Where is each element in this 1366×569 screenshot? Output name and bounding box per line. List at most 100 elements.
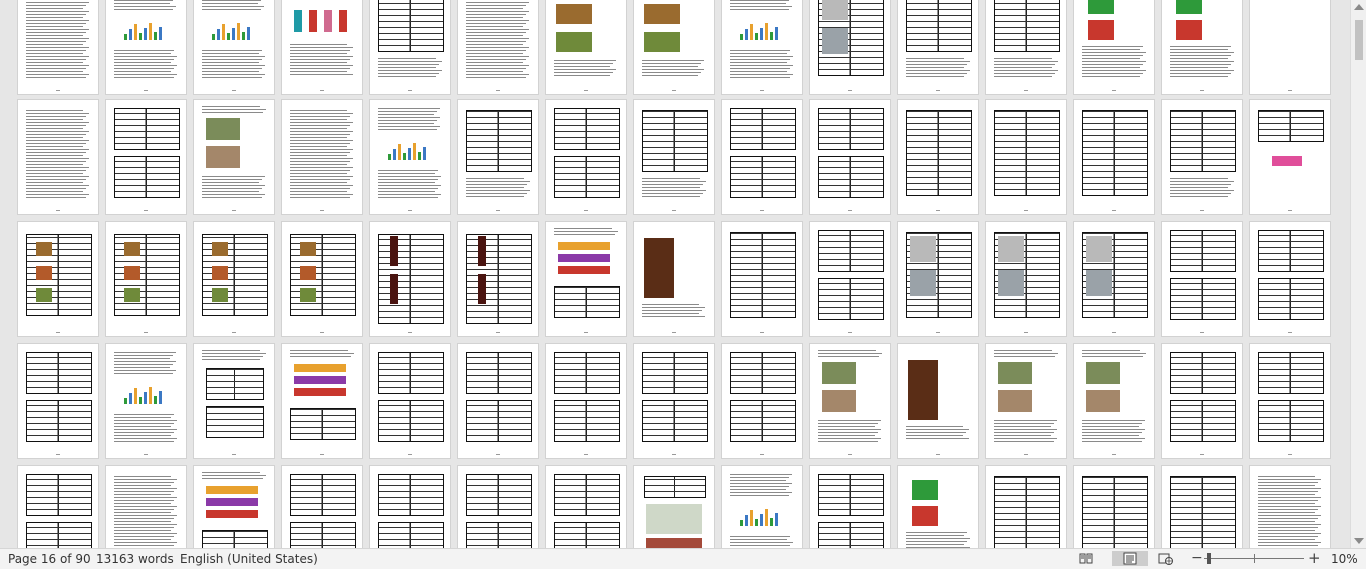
page-thumbnail[interactable] [1250, 0, 1330, 94]
page-number [106, 90, 186, 91]
page-thumbnail[interactable] [634, 0, 714, 94]
page-thumbnail[interactable] [1074, 344, 1154, 458]
page-thumbnail[interactable] [458, 344, 538, 458]
page-thumbnail[interactable] [634, 100, 714, 214]
zoom-level[interactable]: 10% [1331, 552, 1358, 566]
document-thumbnail-area[interactable] [0, 0, 1350, 548]
page-thumbnail[interactable] [194, 344, 274, 458]
page-thumbnail[interactable] [986, 0, 1066, 94]
page-thumbnail[interactable] [370, 344, 450, 458]
page-thumbnail[interactable] [282, 0, 362, 94]
page-thumbnail[interactable] [18, 344, 98, 458]
page-thumbnail[interactable] [282, 344, 362, 458]
page-thumbnail[interactable] [810, 466, 890, 548]
zoom-out-button[interactable]: − [1191, 550, 1203, 566]
page-thumbnail[interactable] [1250, 466, 1330, 548]
page-indicator[interactable]: Page 16 of 90 [8, 552, 91, 566]
scroll-down-arrow-icon[interactable] [1354, 538, 1364, 544]
page-thumbnail[interactable] [282, 100, 362, 214]
page-thumbnail[interactable] [194, 466, 274, 548]
page-thumbnail[interactable] [106, 344, 186, 458]
page-thumbnail[interactable] [546, 466, 626, 548]
page-thumbnail[interactable] [194, 100, 274, 214]
page-thumbnail[interactable] [1162, 0, 1242, 94]
page-thumbnail[interactable] [458, 466, 538, 548]
page-thumbnail[interactable] [810, 100, 890, 214]
page-thumbnail[interactable] [1162, 344, 1242, 458]
page-thumbnail[interactable] [722, 222, 802, 336]
page-thumbnail[interactable] [282, 222, 362, 336]
page-thumbnail[interactable] [986, 222, 1066, 336]
zoom-slider-thumb[interactable] [1207, 553, 1211, 564]
vertical-scrollbar[interactable] [1350, 0, 1366, 548]
page-thumbnail[interactable] [810, 344, 890, 458]
web-layout-icon[interactable] [1158, 551, 1174, 566]
page-thumbnail[interactable] [106, 222, 186, 336]
page-thumbnail[interactable] [546, 0, 626, 94]
page-thumbnail[interactable] [106, 100, 186, 214]
page-thumbnail[interactable] [634, 466, 714, 548]
zoom-in-button[interactable]: + [1308, 549, 1321, 567]
food-photo [644, 32, 680, 52]
page-thumbnail[interactable] [282, 466, 362, 548]
scroll-thumb[interactable] [1355, 20, 1363, 60]
page-thumbnail[interactable] [18, 0, 98, 94]
page-thumbnail[interactable] [722, 0, 802, 94]
page-thumbnail[interactable] [1162, 222, 1242, 336]
page-thumbnail[interactable] [1074, 0, 1154, 94]
page-thumbnail[interactable] [986, 100, 1066, 214]
page-thumbnail[interactable] [722, 466, 802, 548]
page-thumbnail[interactable] [986, 466, 1066, 548]
page-thumbnail[interactable] [898, 0, 978, 94]
table-block [114, 108, 180, 150]
page-thumbnail[interactable] [546, 344, 626, 458]
page-thumbnail[interactable] [106, 466, 186, 548]
page-thumbnail[interactable] [634, 344, 714, 458]
page-number [634, 454, 714, 455]
page-thumbnail[interactable] [810, 0, 890, 94]
scroll-up-arrow-icon[interactable] [1354, 4, 1364, 10]
page-thumbnail[interactable] [1250, 100, 1330, 214]
chart-bar [247, 27, 250, 40]
word-count[interactable]: 13163 words [96, 552, 174, 566]
page-thumbnail[interactable] [106, 0, 186, 94]
page-thumbnail[interactable] [722, 344, 802, 458]
page-thumbnail[interactable] [370, 0, 450, 94]
page-thumbnail[interactable] [1250, 222, 1330, 336]
page-thumbnail[interactable] [194, 0, 274, 94]
page-thumbnail[interactable] [898, 100, 978, 214]
page-thumbnail[interactable] [722, 100, 802, 214]
page-thumbnail[interactable] [18, 222, 98, 336]
page-thumbnail[interactable] [370, 222, 450, 336]
page-thumbnail[interactable] [898, 222, 978, 336]
page-thumbnail[interactable] [1250, 344, 1330, 458]
page-thumbnail[interactable] [1074, 100, 1154, 214]
text-line [26, 182, 83, 183]
page-thumbnail[interactable] [986, 344, 1066, 458]
page-thumbnail[interactable] [634, 222, 714, 336]
page-number [810, 332, 890, 333]
text-line [202, 356, 263, 357]
page-thumbnail[interactable] [546, 222, 626, 336]
page-thumbnail[interactable] [1162, 100, 1242, 214]
page-thumbnail[interactable] [1162, 466, 1242, 548]
page-thumbnail[interactable] [810, 222, 890, 336]
page-thumbnail[interactable] [458, 0, 538, 94]
print-layout-icon[interactable] [1112, 551, 1148, 566]
page-thumbnail[interactable] [194, 222, 274, 336]
text-line [1258, 521, 1315, 522]
language-indicator[interactable]: English (United States) [180, 552, 318, 566]
page-thumbnail[interactable] [546, 100, 626, 214]
table-block [1170, 110, 1236, 172]
page-thumbnail[interactable] [370, 100, 450, 214]
page-thumbnail[interactable] [898, 466, 978, 548]
page-thumbnail[interactable] [1074, 222, 1154, 336]
page-thumbnail[interactable] [458, 222, 538, 336]
page-thumbnail[interactable] [458, 100, 538, 214]
read-mode-icon[interactable] [1078, 551, 1094, 566]
page-thumbnail[interactable] [1074, 466, 1154, 548]
page-thumbnail[interactable] [18, 100, 98, 214]
page-thumbnail[interactable] [898, 344, 978, 458]
page-thumbnail[interactable] [370, 466, 450, 548]
page-thumbnail[interactable] [18, 466, 98, 548]
